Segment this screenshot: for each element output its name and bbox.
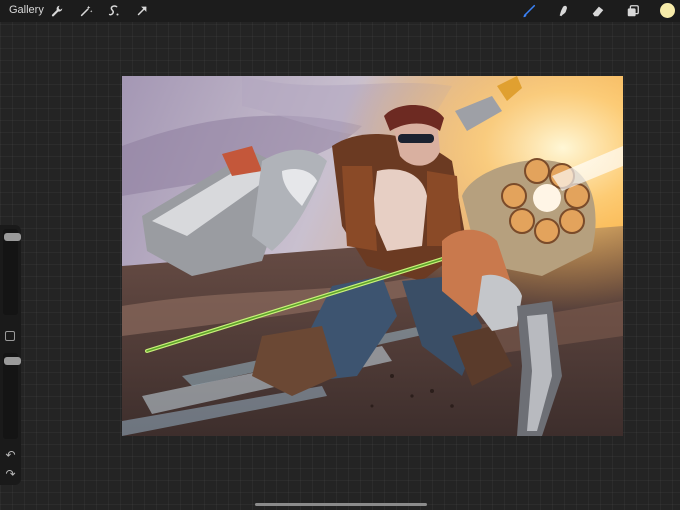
modify-square-button[interactable] xyxy=(5,331,15,341)
undo-arrow-icon[interactable]: ↶ xyxy=(3,448,18,462)
color-picker-swatch[interactable] xyxy=(660,3,675,18)
gallery-button[interactable]: Gallery xyxy=(9,4,44,16)
left-sidebar: ↶ ↷ xyxy=(0,225,21,485)
brush-size-thumb[interactable] xyxy=(4,232,21,241)
opacity-slider[interactable] xyxy=(3,353,21,439)
top-toolbar: Gallery xyxy=(0,0,680,22)
brush-icon[interactable] xyxy=(521,3,537,19)
redo-arrow-icon[interactable]: ↷ xyxy=(3,467,18,481)
eraser-icon[interactable] xyxy=(590,3,606,19)
brush-size-slider[interactable] xyxy=(3,229,21,315)
selection-icon[interactable] xyxy=(106,3,122,19)
home-indicator xyxy=(255,503,427,506)
layers-icon[interactable] xyxy=(625,3,641,19)
magic-wand-icon[interactable] xyxy=(78,3,94,19)
canvas-illustration xyxy=(122,76,623,436)
drawing-canvas[interactable] xyxy=(122,76,623,436)
transform-arrow-icon[interactable] xyxy=(134,3,150,19)
smudge-icon[interactable] xyxy=(556,3,572,19)
wrench-icon[interactable] xyxy=(49,3,65,19)
opacity-thumb[interactable] xyxy=(4,356,21,365)
